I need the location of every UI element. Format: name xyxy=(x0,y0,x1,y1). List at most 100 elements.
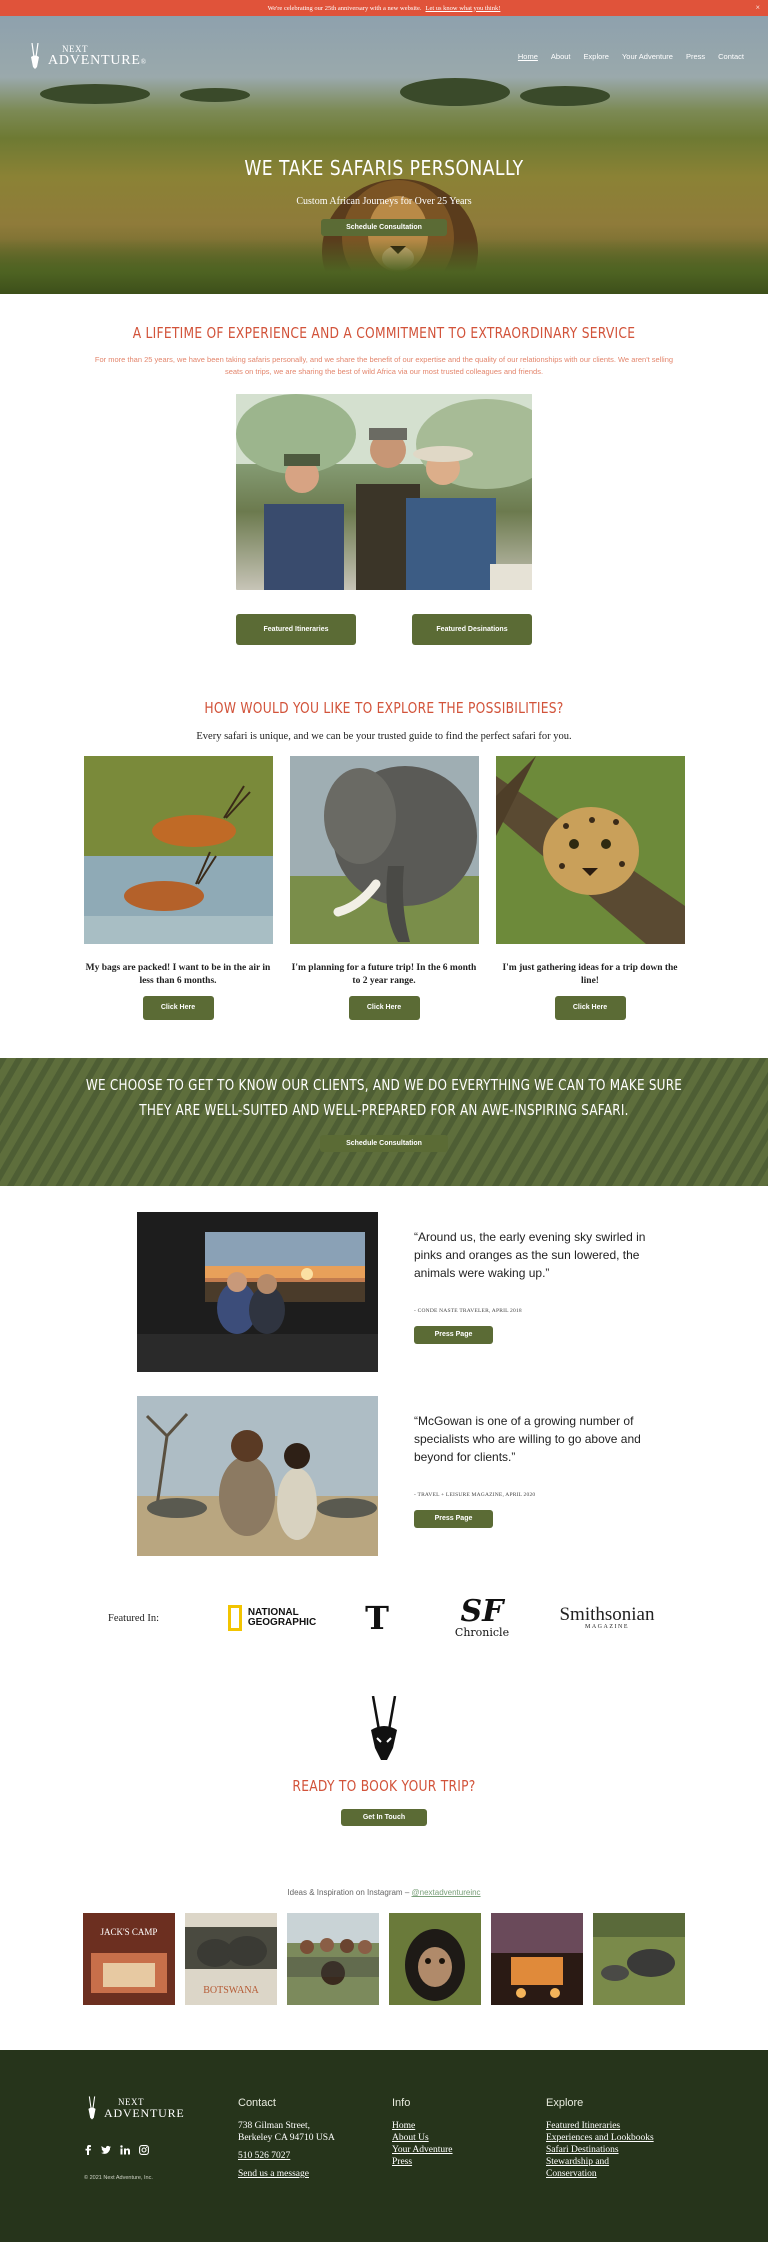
lifetime-section: A LIFETIME OF EXPERIENCE AND A COMMITMEN… xyxy=(0,294,768,645)
instagram-tile[interactable]: BOTSWANA xyxy=(185,1913,277,2005)
logo[interactable]: NEXT ADVENTURE® xyxy=(26,43,147,69)
address-line-2: Berkeley CA 94710 USA xyxy=(238,2133,335,2143)
click-here-button[interactable]: Click Here xyxy=(554,996,626,1020)
hero-subtitle: Custom African Journeys for Over 25 Year… xyxy=(296,196,472,207)
nav-item-home[interactable]: Home xyxy=(518,52,538,61)
lifetime-title: A LIFETIME OF EXPERIENCE AND A COMMITMEN… xyxy=(132,324,636,342)
instagram-tile[interactable] xyxy=(287,1913,379,2005)
logo-text-bottom: ADVENTURE xyxy=(48,52,141,68)
send-message-link[interactable]: Send us a message xyxy=(238,2168,335,2180)
announcement-bar: We're celebrating our 25th anniversary w… xyxy=(0,0,768,16)
nyt-letter: T xyxy=(365,1599,389,1637)
footer-info-column: Info Home About Us Your Adventure Press xyxy=(392,2097,453,2168)
ready-section: READY TO BOOK YOUR TRIP? Get In Touch xyxy=(0,1695,768,1826)
get-in-touch-button[interactable]: Get In Touch xyxy=(341,1809,427,1826)
instagram-title: Ideas & Inspiration on Instagram – @next… xyxy=(0,1888,768,1897)
press-source: - TRAVEL + LEISURE MAGAZINE, APRIL 2020 xyxy=(414,1492,536,1498)
instagram-tile[interactable] xyxy=(593,1913,685,2005)
instagram-handle-link[interactable]: @nextadventureinc xyxy=(412,1888,481,1897)
contact-heading: Contact xyxy=(238,2097,276,2109)
banner-schedule-button[interactable]: Schedule Consultation xyxy=(320,1135,448,1152)
instagram-tile-title: JACK'S CAMP xyxy=(101,1927,158,1937)
linkedin-icon[interactable] xyxy=(120,2145,130,2155)
twitter-icon[interactable] xyxy=(101,2145,111,2155)
explore-subtitle: Every safari is unique, and we can be yo… xyxy=(196,731,572,742)
footer-link-home[interactable]: Home xyxy=(392,2120,453,2132)
card-caption: I'm planning for a future trip! In the 6… xyxy=(291,963,477,986)
hero-section: NEXT ADVENTURE® Home About Explore Your … xyxy=(0,16,768,294)
announcement-text: We're celebrating our 25th anniversary w… xyxy=(267,4,422,12)
featured-destinations-button[interactable]: Featured Desinations xyxy=(412,614,532,645)
footer-link-experiences[interactable]: Experiences and Lookbooks xyxy=(546,2132,654,2144)
featured-itineraries-button[interactable]: Featured Itineraries xyxy=(236,614,356,645)
footer-link-press[interactable]: Press xyxy=(392,2156,453,2168)
explore-card: I'm just gathering ideas for a trip down… xyxy=(495,756,685,1020)
hero-content: WE TAKE SAFARIS PERSONALLY Custom Africa… xyxy=(0,156,768,236)
nav-item-about[interactable]: About xyxy=(551,52,571,61)
press-quote: “McGowan is one of a growing number of s… xyxy=(414,1414,641,1464)
close-icon[interactable]: × xyxy=(755,3,760,12)
oryx-logo-icon xyxy=(31,43,39,69)
oryx-icon xyxy=(371,1695,397,1760)
press-quote: “Around us, the early evening sky swirle… xyxy=(414,1230,646,1280)
elephant-herd-photo xyxy=(137,1396,378,1556)
nav-item-your-adventure[interactable]: Your Adventure xyxy=(622,52,673,61)
schedule-consultation-button[interactable]: Schedule Consultation xyxy=(321,219,447,236)
explore-card: My bags are packed! I want to be in the … xyxy=(83,756,273,1020)
hero-title: WE TAKE SAFARIS PERSONALLY xyxy=(244,156,524,180)
footer-contact-column: Contact 738 Gilman Street, Berkeley CA 9… xyxy=(238,2097,335,2180)
footer-link-safari-destinations[interactable]: Safari Destinations xyxy=(546,2144,654,2156)
smithsonian-magazine: MAGAZINE xyxy=(585,1624,629,1630)
registered-mark: ® xyxy=(140,57,147,66)
featured-label: Featured In: xyxy=(108,1612,160,1624)
footer-logo-text-bottom: ADVENTURE xyxy=(104,2105,185,2120)
footer-link-stewardship[interactable]: Stewardship and xyxy=(546,2156,654,2168)
instagram-tile-title: BOTSWANA xyxy=(203,1985,259,1996)
ng-yellow-frame-icon xyxy=(227,1605,242,1631)
facebook-icon[interactable] xyxy=(84,2145,92,2155)
nav-item-explore[interactable]: Explore xyxy=(584,52,609,61)
footer-logo[interactable]: NEXT ADVENTURE xyxy=(84,2096,185,2120)
instagram-tile[interactable] xyxy=(389,1913,481,2005)
instagram-tile[interactable]: JACK'S CAMP xyxy=(83,1913,175,2005)
nav-menu: Home About Explore Your Adventure Press … xyxy=(518,52,744,61)
social-links xyxy=(84,2145,149,2155)
nyt-logo: T xyxy=(332,1599,422,1637)
antelope-image xyxy=(83,756,273,944)
sf-chronicle-word: Chronicle xyxy=(454,1625,510,1639)
nav-item-contact[interactable]: Contact xyxy=(718,52,744,61)
card-caption: My bags are packed! I want to be in the … xyxy=(85,963,271,986)
footer: NEXT ADVENTURE © 2021 Next Adventure, In… xyxy=(0,2050,768,2242)
click-here-button[interactable]: Click Here xyxy=(348,996,420,1020)
footer-link-conservation[interactable]: Conservation xyxy=(546,2168,654,2180)
press-source: - CONDE NASTE TRAVELER, APRIL 2018 xyxy=(414,1308,522,1314)
phone-link[interactable]: 510 526 7027 xyxy=(238,2150,335,2162)
copyright: © 2021 Next Adventure, Inc. xyxy=(84,2175,153,2181)
address-line-1: 738 Gilman Street, xyxy=(238,2121,311,2131)
footer-explore-column: Explore Featured Itineraries Experiences… xyxy=(546,2097,654,2180)
instagram-tile[interactable] xyxy=(491,1913,583,2005)
sf-chronicle-logo: SF Chronicle xyxy=(422,1593,542,1639)
sf-letters: SF xyxy=(460,1593,504,1629)
instagram-title-text: Ideas & Inspiration on Instagram – xyxy=(287,1888,412,1897)
safari-vehicle-photo xyxy=(137,1212,378,1372)
press-page-button[interactable]: Press Page xyxy=(414,1510,493,1528)
click-here-button[interactable]: Click Here xyxy=(142,996,214,1020)
footer-link-featured-itineraries[interactable]: Featured Itineraries xyxy=(546,2120,654,2132)
announcement-link[interactable]: Let us know what you think! xyxy=(425,5,500,12)
explore-section: HOW WOULD YOU LIKE TO EXPLORE THE POSSIB… xyxy=(0,645,768,1020)
instagram-icon[interactable] xyxy=(139,2145,149,2155)
footer-link-your-adventure[interactable]: Your Adventure xyxy=(392,2144,453,2156)
national-geographic-logo: NATIONAL GEOGRAPHIC xyxy=(212,1605,332,1631)
smithsonian-logo: Smithsonian MAGAZINE xyxy=(542,1605,672,1630)
oryx-logo-icon xyxy=(88,2096,96,2120)
press-page-button[interactable]: Press Page xyxy=(414,1326,493,1344)
lifetime-body: For more than 25 years, we have been tak… xyxy=(94,355,674,376)
footer-link-about-us[interactable]: About Us xyxy=(392,2132,453,2144)
grass-foreground xyxy=(0,239,768,294)
explore-card: I'm planning for a future trip! In the 6… xyxy=(289,756,479,1020)
ng-line2: GEOGRAPHIC xyxy=(247,1617,317,1628)
nav-item-press[interactable]: Press xyxy=(686,52,705,61)
leopard-image xyxy=(495,756,685,944)
explore-title: HOW WOULD YOU LIKE TO EXPLORE THE POSSIB… xyxy=(204,699,564,717)
